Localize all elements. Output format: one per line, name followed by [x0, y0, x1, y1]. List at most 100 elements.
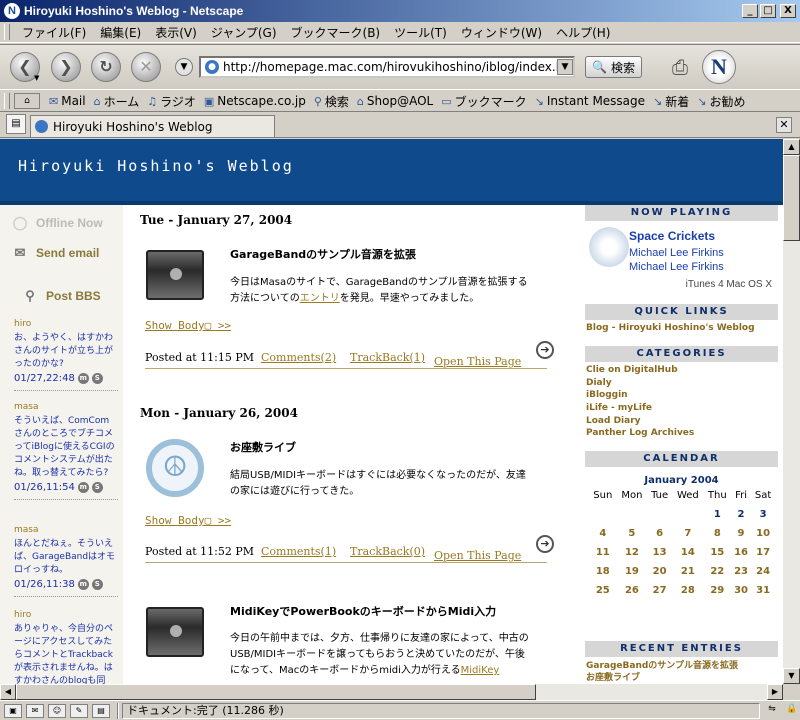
print-icon[interactable]: ⎙ [666, 55, 694, 79]
mail-badge-icon[interactable]: m [77, 579, 89, 590]
toolbar-bookmarks[interactable]: ▭ ブックマーク [438, 93, 531, 110]
category-item[interactable]: iLife - myLife [586, 402, 652, 415]
calendar-day[interactable]: 22 [704, 562, 731, 581]
comments-link[interactable]: Comments(2) [261, 351, 336, 364]
netscape-throbber-icon[interactable]: N [701, 50, 736, 84]
calendar-day[interactable]: 9 [731, 524, 751, 543]
arrow-right-icon[interactable]: ➔ [536, 535, 554, 553]
calendar-day[interactable]: 6 [647, 524, 672, 543]
scroll-left-icon[interactable]: ◀ [0, 684, 16, 700]
calendar-day[interactable]: 13 [647, 543, 672, 562]
maximize-button[interactable]: □ [760, 4, 776, 18]
entry-title[interactable]: MidiKeyでPowerBookのキーボードからMidi入力 [230, 603, 496, 619]
minimize-button[interactable]: _ [742, 4, 758, 18]
search-button[interactable]: 🔍 検索 [585, 56, 642, 78]
forward-button[interactable]: ❯ [51, 52, 81, 82]
calendar-day[interactable]: 31 [751, 581, 775, 600]
calendar-day[interactable]: 14 [672, 543, 704, 562]
calendar-day[interactable]: 19 [617, 562, 648, 581]
new-tab-icon[interactable]: ▤ [6, 114, 26, 134]
show-body-link[interactable]: Show Body▢ >> [145, 514, 231, 527]
calendar-day[interactable]: 30 [731, 581, 751, 600]
calendar-day[interactable]: 20 [647, 562, 672, 581]
url-text[interactable]: http://homepage.mac.com/hirovukihoshino/… [223, 60, 557, 74]
horizontal-scrollbar[interactable]: ◀ ▶ [0, 684, 783, 700]
composer-status-icon[interactable]: ✎ [70, 703, 88, 718]
home-box-icon[interactable]: ⌂ [14, 93, 40, 109]
scroll-right-icon[interactable]: ▶ [767, 684, 783, 700]
menubar-grip[interactable] [4, 24, 10, 40]
scroll-down-icon[interactable]: ▼ [783, 668, 800, 684]
mail-status-icon[interactable]: ✉ [26, 703, 44, 718]
site-badge-icon[interactable]: S [91, 579, 103, 590]
calendar-day[interactable]: 27 [647, 581, 672, 600]
horizontal-scroll-thumb[interactable] [16, 684, 536, 700]
calendar-day[interactable]: 25 [589, 581, 617, 600]
calendar-day[interactable]: 11 [589, 543, 617, 562]
aim-status-icon[interactable]: ☺ [48, 703, 66, 718]
tab-weblog[interactable]: Hiroyuki Hoshino's Weblog [30, 115, 275, 137]
toolbar-radio[interactable]: ♫ ラジオ [144, 93, 201, 110]
menu-edit[interactable]: 編集(E) [94, 24, 149, 41]
toolbar-new[interactable]: ↘ 新着 [650, 93, 694, 110]
menu-help[interactable]: ヘルプ(H) [550, 24, 618, 41]
navigator-status-icon[interactable]: ▣ [4, 703, 22, 718]
mail-badge-icon[interactable]: m [77, 373, 89, 384]
calendar-day[interactable]: 8 [704, 524, 731, 543]
calendar-day[interactable]: 18 [589, 562, 617, 581]
menu-tools[interactable]: ツール(T) [388, 24, 455, 41]
site-badge-icon[interactable]: S [91, 373, 103, 384]
url-history-dropdown-icon[interactable]: ▼ [557, 59, 573, 75]
site-badge-icon[interactable]: S [91, 482, 103, 493]
menu-window[interactable]: ウィンドウ(W) [455, 24, 550, 41]
menu-go[interactable]: ジャンプ(G) [205, 24, 285, 41]
calendar-day[interactable]: 23 [731, 562, 751, 581]
entry-link[interactable]: MidiKey [461, 665, 500, 676]
category-item[interactable]: iBloggin [586, 389, 628, 402]
toolbar-netscape-co-jp[interactable]: ▣ Netscape.co.jp [201, 94, 311, 108]
location-dropdown-icon[interactable]: ▼ [175, 58, 193, 76]
personal-toolbar-grip[interactable] [4, 93, 10, 109]
trackback-link[interactable]: TrackBack(1) [350, 351, 425, 364]
mail-badge-icon[interactable]: m [77, 482, 89, 493]
scroll-up-icon[interactable]: ▲ [783, 139, 800, 155]
open-page-link[interactable]: Open This Page [434, 355, 521, 368]
send-email-link[interactable]: ✉ Send email [10, 245, 100, 261]
calendar-day[interactable]: 7 [672, 524, 704, 543]
toolbar-search[interactable]: ⚲ 検索 [311, 93, 354, 110]
arrow-right-icon[interactable]: ➔ [536, 341, 554, 359]
menu-file[interactable]: ファイル(F) [16, 24, 94, 41]
open-page-link[interactable]: Open This Page [434, 549, 521, 562]
calendar-day[interactable]: 21 [672, 562, 704, 581]
addressbook-status-icon[interactable]: ▤ [92, 703, 110, 718]
url-field[interactable]: ● http://homepage.mac.com/hirovukihoshin… [199, 56, 575, 78]
post-bbs-link[interactable]: ⚲ Post BBS [20, 288, 100, 304]
toolbar-instant-message[interactable]: ↘ Instant Message [532, 94, 650, 108]
category-item[interactable]: Clie on DigitalHub [586, 364, 678, 377]
calendar-day[interactable]: 10 [751, 524, 775, 543]
quick-link-item[interactable]: Blog - Hiroyuki Hoshino's Weblog [586, 322, 755, 335]
calendar-day[interactable]: 4 [589, 524, 617, 543]
calendar-day[interactable]: 26 [617, 581, 648, 600]
show-body-link[interactable]: Show Body▢ >> [145, 319, 231, 332]
menu-bookmarks[interactable]: ブックマーク(B) [285, 24, 389, 41]
calendar-day[interactable]: 28 [672, 581, 704, 600]
online-status-icon[interactable]: ⇋ [764, 704, 780, 718]
calendar-day[interactable]: 5 [617, 524, 648, 543]
trackback-link[interactable]: TrackBack(0) [350, 545, 425, 558]
toolbar-shop-aol[interactable]: ⌂ Shop@AOL [354, 94, 438, 108]
recent-entry-item[interactable]: お座敷ライブ [586, 672, 640, 684]
vertical-scrollbar[interactable]: ▲ ▼ [783, 139, 800, 684]
calendar-day[interactable]: 24 [751, 562, 775, 581]
entry-link[interactable]: エントリ [300, 293, 340, 304]
category-item[interactable]: Panther Log Archives [586, 427, 694, 440]
entry-title[interactable]: GarageBandのサンプル音源を拡張 [230, 246, 416, 262]
calendar-day[interactable]: 16 [731, 543, 751, 562]
reload-button[interactable]: ↻ [91, 52, 121, 82]
calendar-day[interactable]: 17 [751, 543, 775, 562]
calendar-day[interactable]: 29 [704, 581, 731, 600]
vertical-scroll-thumb[interactable] [783, 155, 800, 241]
close-window-button[interactable]: X [780, 4, 796, 18]
toolbar-recommended[interactable]: ↘ お勧め [694, 93, 750, 110]
calendar-day[interactable]: 15 [704, 543, 731, 562]
